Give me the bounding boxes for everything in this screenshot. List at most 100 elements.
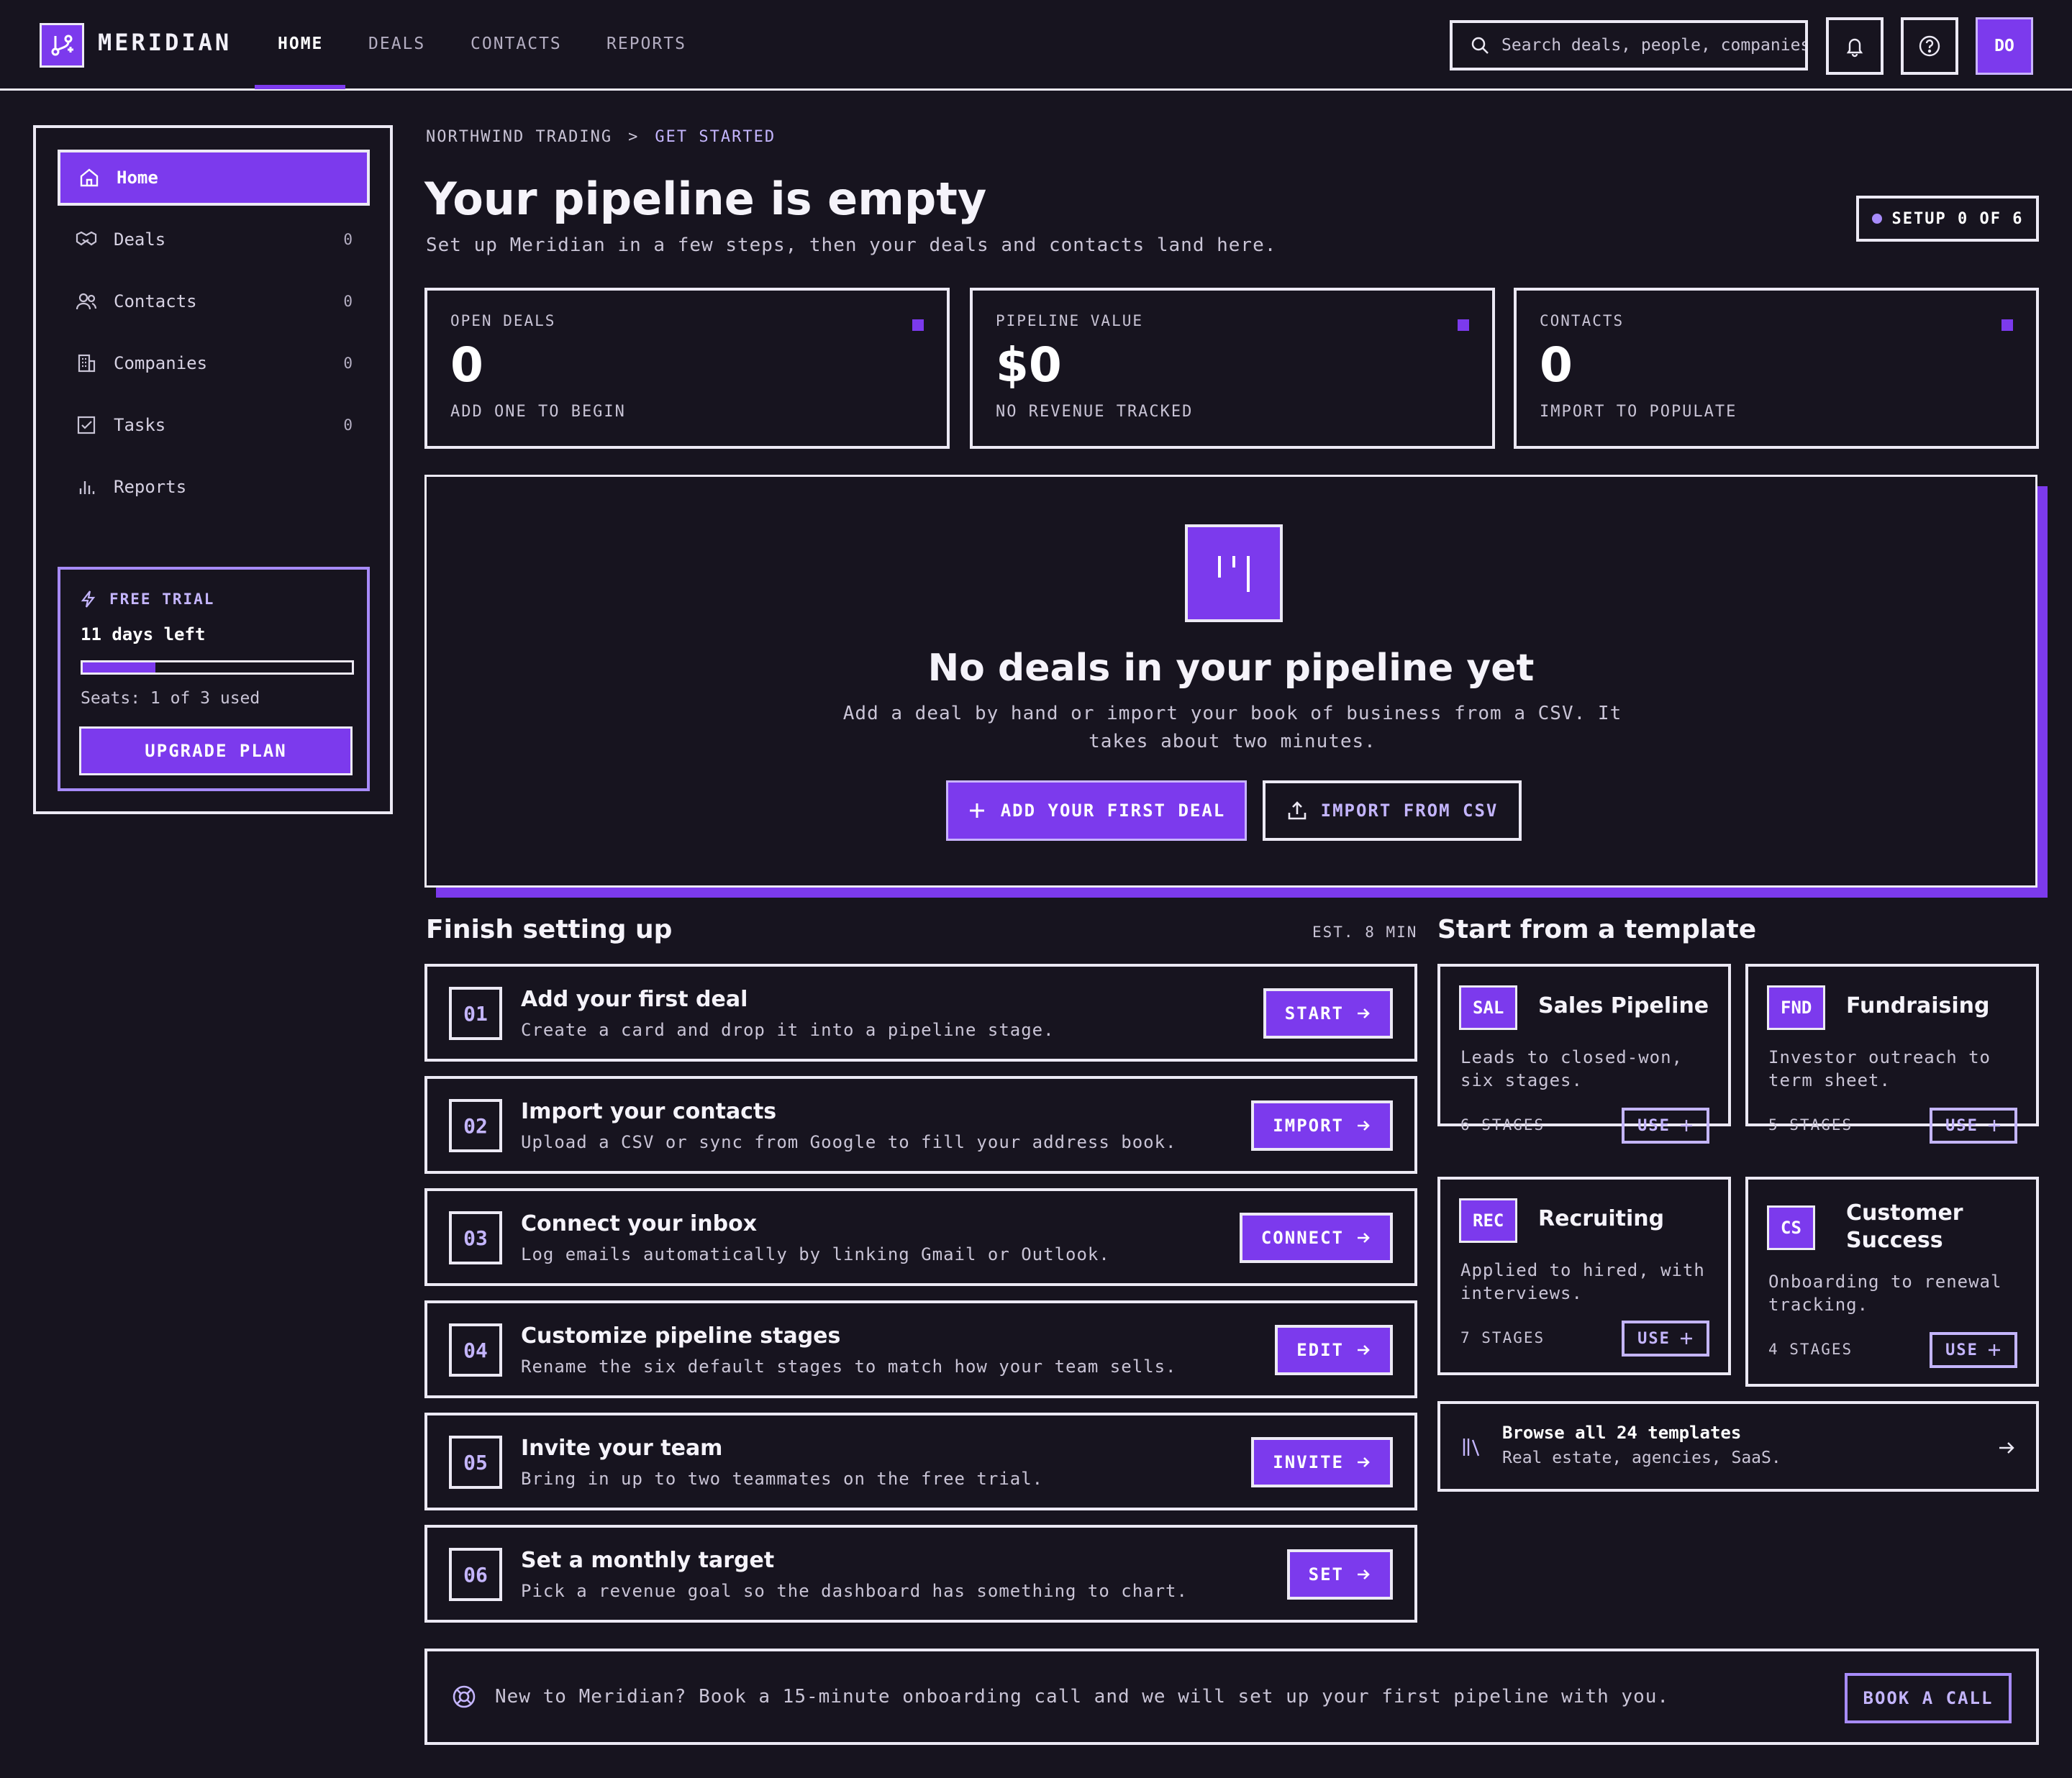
template-stage-count: 6 STAGES [1460,1116,1545,1134]
template-card-sales-pipeline[interactable]: SAL Sales Pipeline Leads to closed-won, … [1437,964,1731,1144]
upgrade-plan-button[interactable]: UPGRADE PLAN [79,726,353,775]
user-avatar[interactable]: DO [1976,17,2033,75]
sidebar-item-label: Companies [114,353,208,373]
setup-time-estimate: EST. 8 MIN [1312,924,1418,941]
bar-chart-icon [75,475,98,498]
step-description: Pick a revenue goal so the dashboard has… [521,1581,1188,1601]
nav-tab-contacts[interactable]: CONTACTS [471,35,562,53]
bell-icon [1843,35,1866,58]
nav-tab-reports[interactable]: REPORTS [606,35,686,53]
nav-tab-deals[interactable]: DEALS [368,35,425,53]
setup-progress-text: SETUP 0 OF 6 [1891,209,2024,228]
use-template-button[interactable]: USE [1622,1108,1709,1144]
sidebar-item-home[interactable]: Home [58,150,370,206]
stat-value: $0 [996,337,1062,393]
status-dot [1871,214,1882,224]
step-description: Create a card and drop it into a pipelin… [521,1020,1055,1040]
stat-hint: ADD ONE TO BEGIN [450,403,626,421]
template-description: Applied to hired, with interviews. [1460,1260,1705,1303]
use-template-button[interactable]: USE [1930,1332,2017,1368]
handshake-icon [75,228,98,251]
sidebar-item-label: Deals [114,229,166,250]
sidebar-item-deals[interactable]: Deals 0 [58,211,370,268]
plus-icon [1671,1331,1694,1346]
stat-card-contacts: CONTACTS 0 IMPORT TO POPULATE [1514,288,2039,449]
use-label: USE [1637,1329,1671,1348]
templates-section-title: Start from a template [1437,915,1757,944]
start-button[interactable]: START [1263,988,1393,1039]
home-icon [78,166,101,189]
sidebar-item-count: 0 [343,293,353,310]
step-title: Import your contacts [521,1099,777,1124]
step-action-label: EDIT [1296,1340,1344,1360]
nav-tab-home[interactable]: HOME [278,35,323,53]
trial-seats: Seats: 1 of 3 used [81,689,260,708]
template-code-badge: REC [1459,1198,1518,1243]
template-code-badge: SAL [1459,985,1518,1030]
template-name: Customer Success [1846,1200,1963,1253]
arrow-right-icon [1344,1230,1371,1246]
template-description: Onboarding to renewal tracking. [1768,1272,2002,1315]
top-navigation-bar: MERIDIAN HOME DEALS CONTACTS REPORTS DO [0,0,2072,91]
import-csv-button[interactable]: IMPORT FROM CSV [1263,780,1522,841]
connect-button[interactable]: CONNECT [1239,1213,1393,1263]
step-title: Add your first deal [521,987,748,1012]
library-icon [1460,1436,1483,1459]
add-first-deal-button[interactable]: ADD YOUR FIRST DEAL [946,780,1247,841]
sidebar-item-label: Home [117,168,158,188]
use-label: USE [1945,1341,1978,1359]
sidebar: Home Deals 0 Contacts 0 Companies 0 Task… [33,125,393,814]
setup-step-invite-team: 05 Invite your team Bring in up to two t… [424,1413,1417,1510]
import-csv-label: IMPORT FROM CSV [1320,801,1499,821]
setup-section-title: Finish setting up [426,915,673,944]
global-search[interactable] [1450,20,1808,70]
onboarding-call-banner: New to Meridian? Book a 15-minute onboar… [424,1649,2039,1745]
sidebar-item-contacts[interactable]: Contacts 0 [58,273,370,329]
empty-state-title: No deals in your pipeline yet [927,647,1535,690]
search-input[interactable] [1501,36,1805,55]
template-card-recruiting[interactable]: REC Recruiting Applied to hired, with in… [1437,1177,1731,1375]
template-name: Recruiting [1538,1206,1665,1231]
stat-accent-marker [1458,319,1469,331]
browse-templates-title: Browse all 24 templates [1502,1423,1742,1443]
stat-accent-marker [2001,319,2013,331]
sidebar-item-reports[interactable]: Reports [58,459,370,515]
step-description: Rename the six default stages to match h… [521,1357,1177,1377]
step-title: Set a monthly target [521,1548,775,1573]
set-button[interactable]: SET [1286,1549,1393,1600]
sidebar-item-label: Tasks [114,415,166,435]
template-stage-count: 4 STAGES [1768,1341,1853,1358]
arrow-right-icon [1997,1439,2016,1457]
arrow-right-icon [1344,1342,1371,1358]
edit-button[interactable]: EDIT [1275,1325,1393,1375]
help-button[interactable] [1901,17,1958,75]
use-template-button[interactable]: USE [1930,1108,2017,1144]
breadcrumb: NORTHWIND TRADING > GET STARTED [426,128,776,146]
template-card-customer-success[interactable]: CS Customer Success Onboarding to renewa… [1745,1177,2039,1387]
stat-value: 0 [1540,337,1573,393]
template-description: Leads to closed-won, six stages. [1460,1047,1683,1090]
trial-progress-bar [81,660,354,675]
notifications-button[interactable] [1826,17,1884,75]
import-button[interactable]: IMPORT [1251,1100,1393,1151]
brand-name: MERIDIAN [98,29,232,56]
invite-button[interactable]: INVITE [1251,1437,1393,1487]
template-card-fundraising[interactable]: FND Fundraising Investor outreach to ter… [1745,964,2039,1144]
step-description: Log emails automatically by linking Gmai… [521,1244,1110,1264]
sidebar-item-tasks[interactable]: Tasks 0 [58,397,370,453]
plus-icon [1671,1118,1694,1133]
template-stage-count: 5 STAGES [1768,1116,1853,1134]
step-number: 06 [449,1548,502,1601]
meridian-logo-icon[interactable] [40,23,84,68]
browse-templates-link[interactable]: Browse all 24 templates Real estate, age… [1437,1401,2039,1492]
arrow-right-icon [1344,1567,1371,1582]
breadcrumb-parent[interactable]: NORTHWIND TRADING [426,128,612,146]
sidebar-item-companies[interactable]: Companies 0 [58,335,370,391]
stat-value: 0 [450,337,483,393]
setup-step-import-contacts: 02 Import your contacts Upload a CSV or … [424,1076,1417,1174]
upload-icon [1286,800,1308,821]
arrow-right-icon [1344,1118,1371,1134]
use-template-button[interactable]: USE [1622,1321,1709,1357]
browse-templates-subtitle: Real estate, agencies, SaaS. [1502,1449,1781,1467]
book-call-button[interactable]: BOOK A CALL [1845,1673,2012,1723]
